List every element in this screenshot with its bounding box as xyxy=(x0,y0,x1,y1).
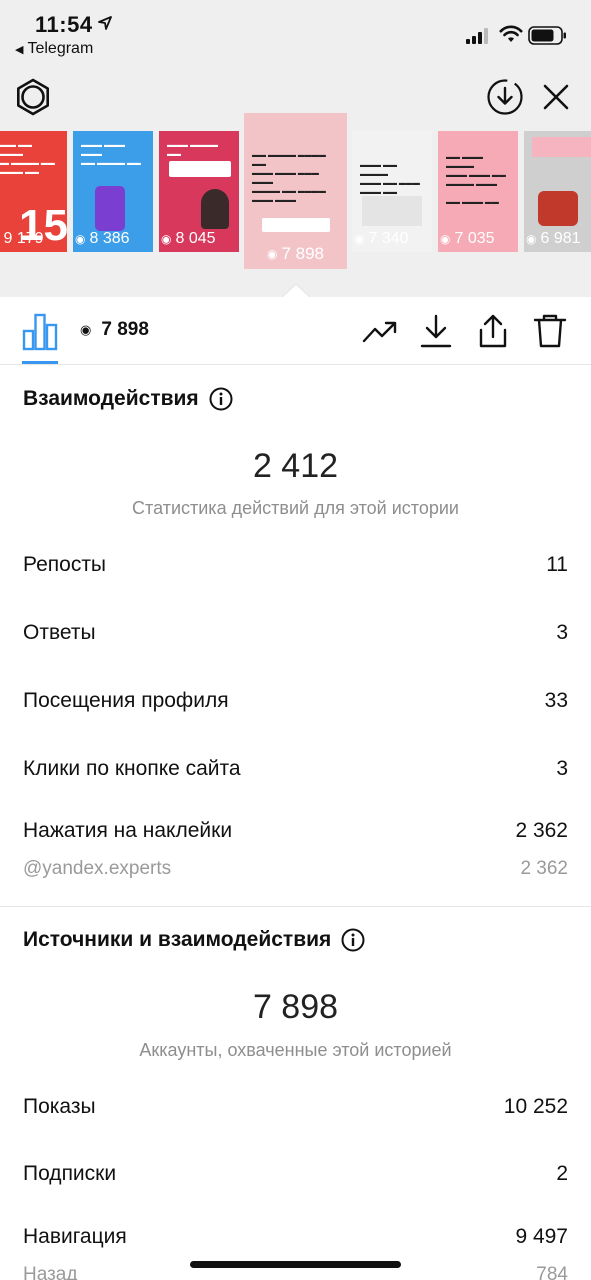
cellular-signal-icon xyxy=(466,28,488,44)
stat-row: Ответы 3 xyxy=(23,621,568,644)
home-indicator[interactable] xyxy=(190,1261,401,1268)
thumbnail-views: ◉ 7 035 xyxy=(440,230,495,247)
thumbnail-views: ◉9 179 xyxy=(3,230,44,247)
clock: 11:54 xyxy=(35,12,93,37)
gear-icon xyxy=(17,78,50,116)
back-app-label: Telegram xyxy=(27,40,94,57)
interactions-total: 2 412 xyxy=(252,447,339,485)
story-thumbnail[interactable]: ◉ 6 981 xyxy=(524,131,591,252)
eye-icon: ◉ xyxy=(80,322,92,337)
share-icon[interactable] xyxy=(475,313,511,349)
story-thumbnail[interactable]: ▬▬▬ ▬▬ ▬▬▬▬▬▬ ▬▬▬▬ ▬▬▬▬▬▬ ▬▬ 15 ◉9 179 xyxy=(0,131,67,252)
stat-row: Нажатия на наклейки 2 362 xyxy=(23,819,568,842)
close-button[interactable] xyxy=(538,79,574,115)
trend-icon[interactable] xyxy=(362,313,398,349)
bar-chart-icon[interactable] xyxy=(22,311,58,351)
thumbnail-views: ◉ 8 045 xyxy=(161,230,216,247)
story-thumbnail[interactable]: ▬▬▬ ▬▬▬ ▬▬▬ ▬▬ ▬▬▬▬ ▬▬ ◉ 8 386 xyxy=(73,131,153,252)
thumbnail-views: ◉ 6 981 xyxy=(526,230,581,247)
back-to-app-link[interactable]: ◀ Telegram xyxy=(15,40,93,58)
active-tab-underline xyxy=(22,361,58,364)
save-story-button[interactable] xyxy=(485,77,525,117)
stat-row: Репосты 11 xyxy=(23,553,568,576)
eye-icon: ◉ xyxy=(526,232,537,246)
thumbnail-views: ◉ 7 898 xyxy=(266,244,325,263)
stat-row: Навигация 9 497 xyxy=(23,1225,568,1248)
interactions-subtitle: Статистика действий для этой истории xyxy=(132,498,459,518)
settings-gear-button[interactable] xyxy=(13,77,53,117)
story-thumbnails-strip[interactable]: ▬▬▬ ▬▬ ▬▬▬▬▬▬ ▬▬▬▬ ▬▬▬▬▬▬ ▬▬ 15 ◉9 179 ▬… xyxy=(0,113,591,273)
story-thumbnail[interactable]: ▬▬▬ ▬▬ ▬▬▬▬ ▬▬▬ ▬▬ ▬▬▬ ▬▬▬ ▬▬ ◉ 7 340 xyxy=(352,131,432,252)
thumbnail-views: ◉ 7 340 xyxy=(354,230,409,247)
wifi-icon xyxy=(499,25,523,42)
stories-header: 11:54 ◀ Telegram ▬▬ ▬▬ ▬▬▬ ▬▬ ▬▬▬▬ ▬▬ ▬▬… xyxy=(0,0,591,298)
download-circle-icon xyxy=(487,79,523,115)
eye-icon: ◉ xyxy=(75,232,86,246)
download-icon[interactable] xyxy=(418,313,454,349)
story-thumbnail[interactable]: ▬▬ ▬▬▬ ▬▬▬▬ ▬▬▬ ▬▬▬ ▬▬ ▬▬▬▬ ▬▬▬ ▬▬ ▬▬▬ ▬▬ ◉… xyxy=(438,131,518,252)
battery-icon xyxy=(528,26,566,45)
sources-subtitle: Аккаунты, охваченные этой историей xyxy=(139,1040,452,1060)
reach-value: 7 898 xyxy=(101,319,149,340)
eye-icon: ◉ xyxy=(266,247,278,261)
section-divider xyxy=(0,906,591,907)
close-icon xyxy=(543,84,569,110)
stat-row: Подписки 2 xyxy=(23,1162,568,1185)
stat-row: Посещения профиля 33 xyxy=(23,689,568,712)
story-insights-toolbar: ◉ 7 898 xyxy=(0,297,591,365)
stat-row: Показы 10 252 xyxy=(23,1095,568,1118)
stat-row: Клики по кнопке сайта 3 xyxy=(23,757,568,780)
location-arrow-icon xyxy=(98,16,112,30)
thumbnail-views: ◉ 8 386 xyxy=(75,230,130,247)
eye-icon: ◉ xyxy=(440,232,451,246)
info-icon[interactable] xyxy=(341,928,365,952)
selected-pointer xyxy=(281,283,311,298)
info-icon[interactable] xyxy=(209,387,233,411)
back-triangle-icon: ◀ xyxy=(15,44,24,56)
sources-total: 7 898 xyxy=(252,988,339,1026)
eye-icon: ◉ xyxy=(161,232,172,246)
reach-count: ◉ 7 898 xyxy=(80,319,149,341)
interactions-title: Взаимодействия xyxy=(23,387,233,411)
sources-title: Источники и взаимодействия xyxy=(23,928,365,952)
story-thumbnail[interactable]: ▬▬▬ ▬▬▬▬ ▬▬ ◉ 8 045 xyxy=(159,131,239,252)
story-thumbnail-selected[interactable]: ▬▬ ▬▬▬▬ ▬▬▬▬ ▬▬ ▬▬▬ ▬▬▬ ▬▬▬ ▬▬▬ ▬▬▬▬ ▬▬ ▬▬… xyxy=(244,113,347,269)
trash-icon[interactable] xyxy=(532,313,568,349)
sticker-stat-row: @yandex.experts 2 362 xyxy=(23,858,568,879)
eye-icon: ◉ xyxy=(354,232,365,246)
status-bar: 11:54 ◀ Telegram xyxy=(0,0,591,70)
